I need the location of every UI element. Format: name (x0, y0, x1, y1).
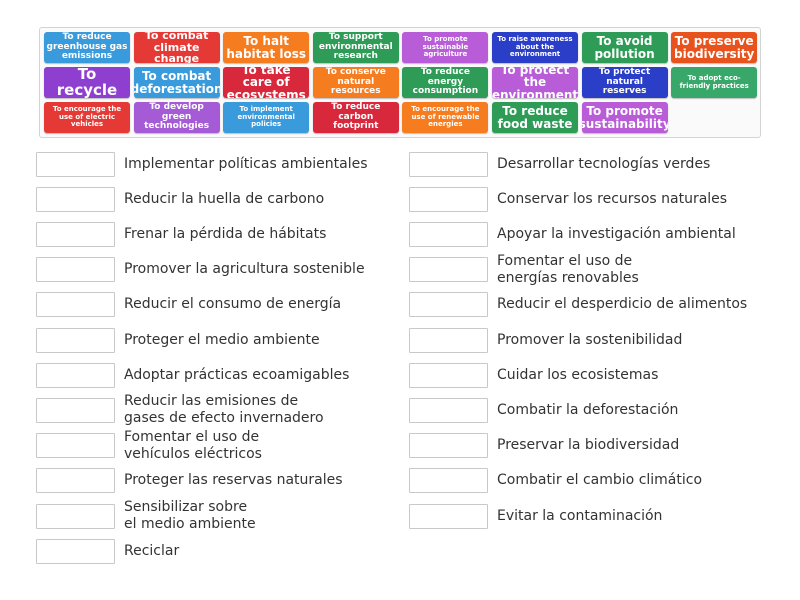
answer-tile[interactable]: To reduce carbon footprint (312, 102, 399, 133)
match-row: Implementar políticas ambientales (36, 151, 368, 177)
match-row: Adoptar prácticas ecoamigables (36, 362, 349, 388)
match-label: Reducir el desperdicio de alimentos (497, 296, 748, 313)
match-row: Reducir la huella de carbono (36, 186, 324, 212)
match-label: Frenar la pérdida de hábitats (124, 225, 327, 242)
drop-target[interactable] (409, 186, 488, 212)
match-label: Cuidar los ecosistemas (497, 366, 659, 383)
match-row: Desarrollar tecnologías verdes (409, 151, 710, 177)
match-row: Combatir el cambio climático (409, 468, 702, 494)
answer-tile[interactable]: To promote sustainable agriculture (402, 32, 489, 63)
answer-tile[interactable]: To avoid pollution (581, 32, 668, 63)
answer-tile[interactable]: To reduce greenhouse gas emissions (44, 32, 130, 63)
answer-tile[interactable]: To encourage the use of electric vehicle… (44, 102, 130, 133)
drop-target[interactable] (409, 292, 488, 318)
match-row: Fomentar el uso de vehículos eléctricos (36, 429, 262, 462)
answer-tile[interactable]: To take care of ecosystems (223, 67, 310, 98)
match-row: Proteger las reservas naturales (36, 468, 343, 494)
match-row: Promover la sostenibilidad (409, 327, 682, 353)
answer-tile[interactable]: To protect the environment (492, 67, 578, 98)
answer-tile[interactable]: To combat climate change (133, 32, 220, 63)
drop-target[interactable] (409, 397, 488, 423)
match-row: Reducir las emisiones de gases de efecto … (36, 393, 324, 426)
match-label: Promover la agricultura sostenible (124, 261, 365, 278)
drop-target[interactable] (36, 327, 115, 353)
match-label: Implementar políticas ambientales (124, 155, 368, 172)
answer-tile[interactable]: To encourage the use of renewable energi… (402, 102, 489, 133)
answer-tile[interactable]: To adopt eco-friendly practices (671, 67, 758, 98)
match-label: Preservar la biodiversidad (497, 437, 680, 454)
match-row: Proteger el medio ambiente (36, 327, 320, 353)
drop-target[interactable] (36, 397, 115, 423)
drop-target[interactable] (36, 151, 115, 177)
match-row: Reciclar (36, 538, 179, 564)
match-label: Evitar la contaminación (497, 507, 663, 524)
match-row: Preservar la biodiversidad (409, 433, 679, 459)
match-label: Reciclar (124, 542, 180, 559)
match-row: Conservar los recursos naturales (409, 186, 727, 212)
match-row: Reducir el desperdicio de alimentos (409, 292, 747, 318)
match-label: Adoptar prácticas ecoamigables (124, 366, 350, 383)
match-label: Reducir las emisiones de gases de efecto … (124, 393, 324, 427)
answer-tile[interactable]: To recycle (44, 67, 130, 98)
match-row: Fomentar el uso de energías renovables (409, 253, 639, 286)
answer-tile[interactable]: To promote sustainability (581, 102, 668, 133)
match-label: Sensibilizar sobre el medio ambiente (124, 499, 256, 532)
match-label: Promover la sostenibilidad (497, 331, 683, 348)
drop-target[interactable] (36, 433, 115, 459)
drop-target[interactable] (409, 433, 488, 459)
drop-target[interactable] (409, 362, 488, 388)
drop-target[interactable] (36, 257, 115, 283)
drop-target[interactable] (36, 362, 115, 388)
match-row: Promover la agricultura sostenible (36, 257, 365, 283)
answer-tile[interactable]: To raise awareness about the environment (492, 32, 578, 63)
match-label: Reducir la huella de carbono (124, 190, 325, 207)
drop-target[interactable] (36, 538, 115, 564)
match-label: Fomentar el uso de vehículos eléctricos (124, 428, 262, 462)
answer-tile[interactable]: To reduce energy consumption (402, 67, 489, 98)
match-row: Apoyar la investigación ambiental (409, 221, 736, 247)
drop-target[interactable] (409, 327, 488, 353)
match-label: Conservar los recursos naturales (497, 190, 728, 207)
match-label: Reducir el consumo de energía (124, 296, 342, 313)
drop-target[interactable] (36, 186, 115, 212)
drop-target[interactable] (409, 257, 488, 283)
answer-tile[interactable]: To halt habitat loss (223, 32, 310, 63)
match-row: Sensibilizar sobre el medio ambiente (36, 499, 256, 532)
match-label: Combatir el cambio climático (497, 472, 703, 489)
match-label: Apoyar la investigación ambiental (497, 225, 736, 242)
match-label: Desarrollar tecnologías verdes (497, 155, 711, 172)
drop-target[interactable] (36, 292, 115, 318)
drop-target[interactable] (36, 503, 115, 529)
answer-tile[interactable]: To develop green technologies (133, 102, 220, 133)
answer-tile[interactable]: To implement environmental policies (223, 102, 310, 133)
drop-target[interactable] (409, 151, 488, 177)
drop-target[interactable] (36, 221, 115, 247)
match-row: Reducir el consumo de energía (36, 292, 341, 318)
match-label: Proteger las reservas naturales (124, 472, 343, 489)
answer-tile[interactable]: To protect natural reserves (581, 67, 668, 98)
match-row: Evitar la contaminación (409, 503, 662, 529)
answer-tile[interactable]: To reduce food waste (492, 102, 578, 133)
answer-tile[interactable]: To preserve biodiversity (671, 32, 758, 63)
drop-target[interactable] (36, 468, 115, 494)
match-row: Frenar la pérdida de hábitats (36, 221, 326, 247)
answer-tile[interactable]: To conserve natural resources (312, 67, 399, 98)
answer-tile[interactable]: To support environmental research (312, 32, 399, 63)
answer-tile[interactable]: To combat deforestation (133, 67, 220, 98)
match-row: Cuidar los ecosistemas (409, 362, 658, 388)
drop-target[interactable] (409, 221, 488, 247)
drop-target[interactable] (409, 468, 488, 494)
match-label: Proteger el medio ambiente (124, 331, 320, 348)
answer-tile-bank: To reduce greenhouse gas emissions To com… (39, 27, 761, 138)
match-label: Combatir la deforestación (497, 401, 679, 418)
match-row: Combatir la deforestación (409, 397, 678, 423)
match-label: Fomentar el uso de energías renovables (497, 252, 639, 286)
drop-target[interactable] (409, 503, 488, 529)
